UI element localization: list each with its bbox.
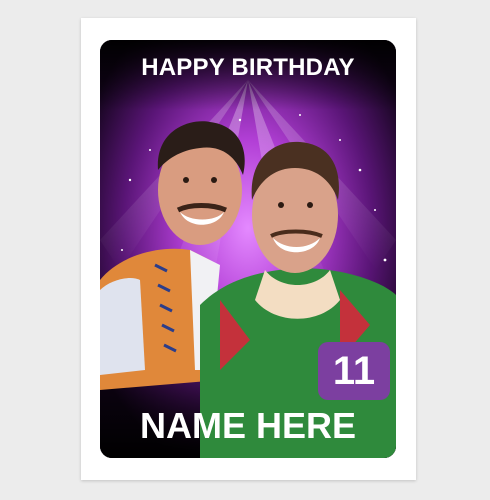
card-recipient-name: NAME HERE [139,405,357,446]
card-header-title: HAPPY BIRTHDAY [141,54,355,81]
birthday-card: HAPPY BIRTHDAY 11 NAME HERE [81,18,416,480]
card-artwork-panel: HAPPY BIRTHDAY 11 NAME HERE [100,40,396,458]
age-badge: 11 [318,342,390,400]
